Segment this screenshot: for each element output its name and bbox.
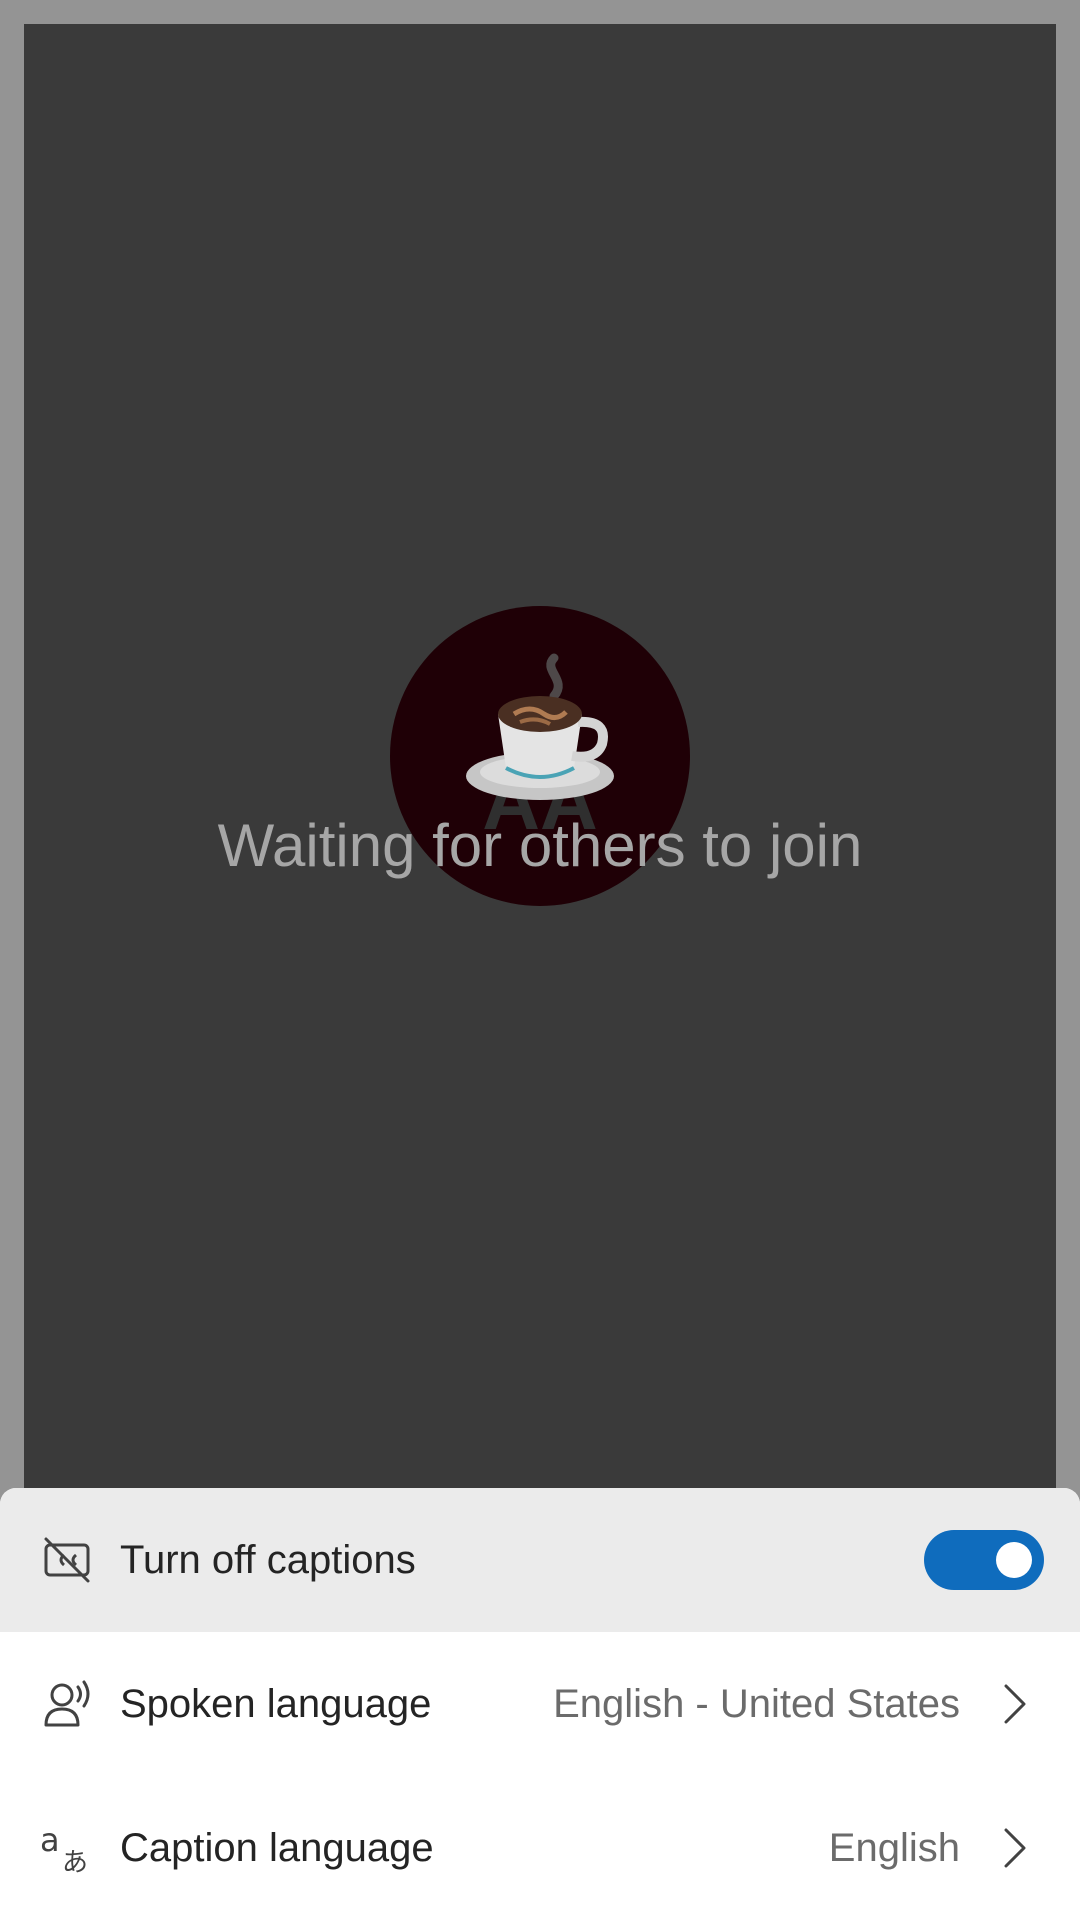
- waiting-status-text: Waiting for others to join: [217, 812, 863, 879]
- toggle-knob: [996, 1542, 1032, 1578]
- captions-toggle[interactable]: [924, 1530, 1044, 1590]
- captions-off-icon: [40, 1533, 94, 1587]
- coffee-cup-icon: [466, 653, 614, 800]
- turn-off-captions-row[interactable]: Turn off captions: [0, 1488, 1080, 1632]
- chevron-right-icon: [1004, 1828, 1026, 1868]
- svg-text:あ: あ: [62, 1848, 88, 1875]
- spoken-language-row[interactable]: Spoken language English - United States: [0, 1632, 1080, 1776]
- turn-off-captions-label: Turn off captions: [120, 1537, 416, 1582]
- chevron-right-icon: [1004, 1684, 1026, 1724]
- caption-language-label: Caption language: [120, 1825, 434, 1870]
- video-stage: AA Waiting for others to join: [24, 24, 1056, 1504]
- svg-text:a: a: [40, 1821, 60, 1859]
- captions-bottom-sheet: Turn off captions Spoken language Englis…: [0, 1488, 1080, 1920]
- caption-language-value: English: [828, 1825, 960, 1870]
- person-voice-icon: [40, 1677, 94, 1731]
- spoken-language-label: Spoken language: [120, 1681, 432, 1726]
- caption-language-row[interactable]: a あ Caption language English: [0, 1776, 1080, 1920]
- translate-icon: a あ: [40, 1821, 94, 1875]
- spoken-language-value: English - United States: [553, 1681, 960, 1726]
